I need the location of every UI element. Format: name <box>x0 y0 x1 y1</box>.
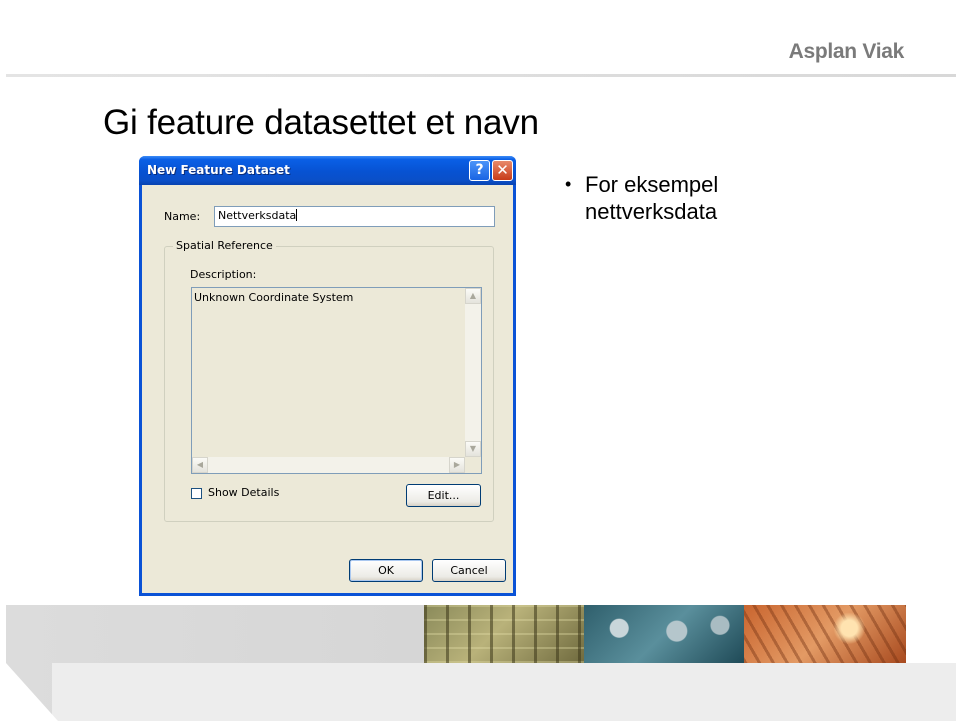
spatial-reference-legend: Spatial Reference <box>173 239 276 252</box>
show-details-checkbox[interactable] <box>191 488 202 499</box>
close-icon[interactable]: ✕ <box>492 160 513 181</box>
footer-corner-cut <box>6 663 58 721</box>
scrollbar-corner <box>465 457 481 473</box>
footer-photo-building <box>424 605 584 663</box>
dialog-titlebar[interactable]: New Feature Dataset ? ✕ <box>139 156 516 185</box>
footer-photo-people <box>584 605 744 663</box>
scroll-up-icon[interactable]: ▲ <box>465 288 481 304</box>
bullet-item: For eksempel nettverksdata <box>565 171 785 225</box>
text-caret <box>296 209 298 221</box>
cancel-button[interactable]: Cancel <box>432 559 506 582</box>
scroll-down-icon[interactable]: ▼ <box>465 441 481 457</box>
name-input[interactable]: Nettverksdata <box>214 206 495 227</box>
header-divider <box>6 74 956 77</box>
dialog-title: New Feature Dataset <box>147 163 290 177</box>
vertical-scrollbar[interactable]: ▲ ▼ <box>465 288 481 457</box>
name-input-value: Nettverksdata <box>218 209 297 222</box>
edit-button[interactable]: Edit... <box>406 484 481 507</box>
scroll-left-icon[interactable]: ◀ <box>192 457 208 473</box>
spatial-reference-group: Spatial Reference Description: Unknown C… <box>164 239 494 522</box>
horizontal-scrollbar[interactable]: ◀ ▶ <box>192 457 465 473</box>
brand-logo: Asplan Viak <box>788 40 905 63</box>
description-text: Unknown Coordinate System <box>194 291 354 304</box>
footer-bar <box>52 663 956 721</box>
name-label: Name: <box>164 210 201 223</box>
slide-title: Gi feature datasettet et navn <box>103 103 539 142</box>
ok-button[interactable]: OK <box>349 559 423 582</box>
description-textarea[interactable]: Unknown Coordinate System ▲ ▼ ◀ ▶ <box>191 287 482 474</box>
description-label: Description: <box>190 268 257 281</box>
bullet-list: For eksempel nettverksdata <box>565 171 785 225</box>
show-details-label: Show Details <box>208 486 280 499</box>
help-icon[interactable]: ? <box>469 160 490 181</box>
footer-photo-construction <box>744 605 906 663</box>
scroll-right-icon[interactable]: ▶ <box>449 457 465 473</box>
new-feature-dataset-dialog: New Feature Dataset ? ✕ Name: Nettverksd… <box>139 156 516 596</box>
